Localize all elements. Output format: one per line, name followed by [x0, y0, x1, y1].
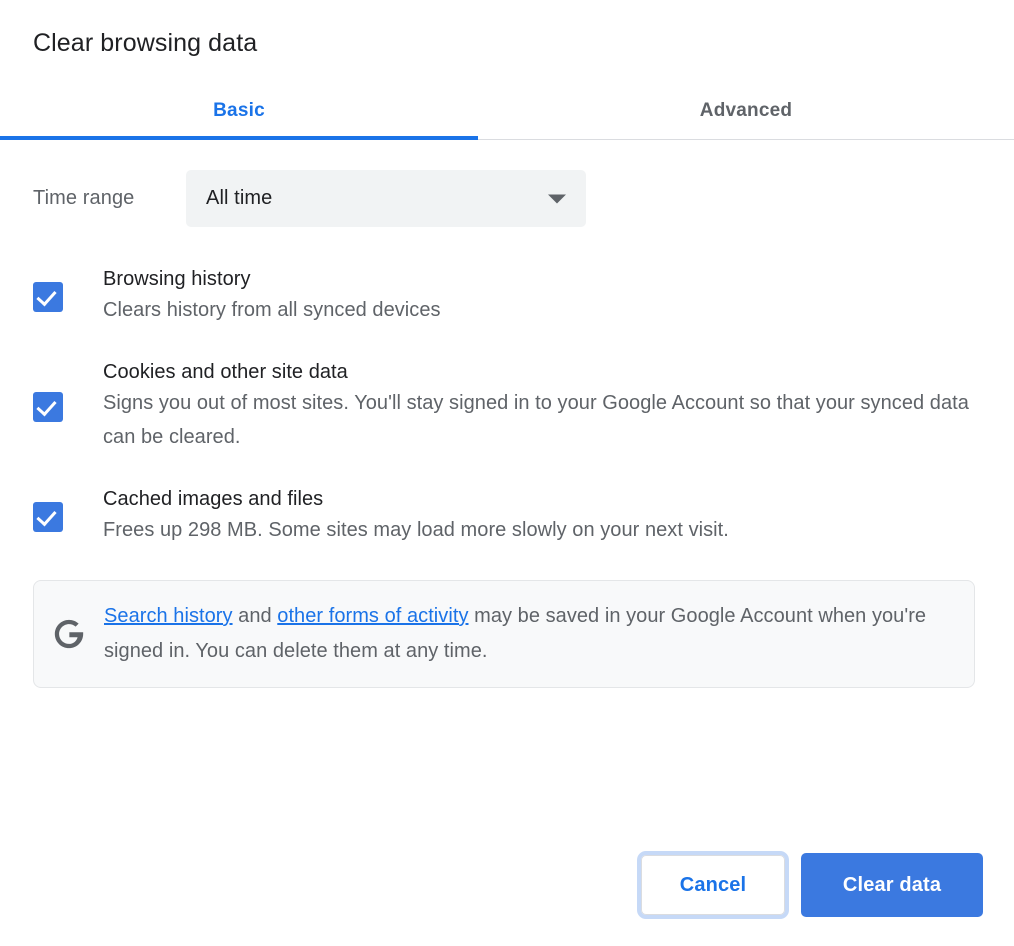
checkbox-browsing-history[interactable]: [33, 281, 63, 312]
option-row-cookies-and-site-data[interactable]: Cookies and other site data Signs you ou…: [33, 359, 981, 454]
option-row-cached-images-and-files[interactable]: Cached images and files Frees up 298 MB.…: [33, 486, 981, 547]
link-search-history[interactable]: Search history: [104, 605, 233, 627]
time-range-row: Time range All time: [33, 170, 981, 227]
check-icon: [36, 285, 57, 306]
info-text-middle: and: [232, 605, 278, 627]
option-title: Browsing history: [103, 268, 251, 290]
check-icon: [36, 395, 57, 416]
clear-browsing-data-dialog: Clear browsing data Basic Advanced Time …: [0, 0, 1014, 946]
check-icon: [36, 505, 57, 526]
checkbox-cookies-and-site-data[interactable]: [33, 391, 63, 422]
options-list: Browsing history Clears history from all…: [33, 266, 981, 547]
option-text: Browsing history Clears history from all…: [103, 266, 981, 327]
option-description: Signs you out of most sites. You'll stay…: [103, 392, 969, 448]
cancel-button[interactable]: Cancel: [637, 851, 789, 919]
time-range-selected-value: All time: [206, 187, 273, 209]
option-title: Cached images and files: [103, 488, 324, 510]
time-range-select[interactable]: All time: [186, 170, 586, 227]
clear-data-button[interactable]: Clear data: [801, 853, 983, 917]
option-title: Cookies and other site data: [103, 361, 348, 383]
chevron-down-icon: [548, 194, 566, 203]
dialog-footer: Cancel Clear data: [637, 851, 983, 919]
option-description: Frees up 298 MB. Some sites may load mor…: [103, 519, 729, 541]
google-account-info-box: Search history and other forms of activi…: [33, 580, 975, 688]
info-box-text: Search history and other forms of activi…: [104, 599, 974, 669]
google-g-icon: [34, 617, 104, 651]
time-range-label: Time range: [33, 187, 135, 209]
option-row-browsing-history[interactable]: Browsing history Clears history from all…: [33, 266, 981, 327]
dialog-body: Time range All time Browsing history Cle…: [0, 140, 1014, 946]
checkbox-cached-images-and-files[interactable]: [33, 501, 63, 532]
option-description: Clears history from all synced devices: [103, 299, 441, 321]
link-other-forms-of-activity[interactable]: other forms of activity: [277, 605, 468, 627]
page-title: Clear browsing data: [33, 29, 258, 57]
tab-active-indicator: [0, 136, 478, 140]
option-text: Cookies and other site data Signs you ou…: [103, 359, 981, 454]
tab-advanced[interactable]: Advanced: [478, 83, 1014, 140]
tab-basic[interactable]: Basic: [0, 83, 478, 140]
tab-basic-label: Basic: [213, 100, 265, 121]
tab-advanced-label: Advanced: [699, 100, 793, 121]
option-text: Cached images and files Frees up 298 MB.…: [103, 486, 981, 547]
tab-bar: Basic Advanced: [0, 82, 1014, 140]
